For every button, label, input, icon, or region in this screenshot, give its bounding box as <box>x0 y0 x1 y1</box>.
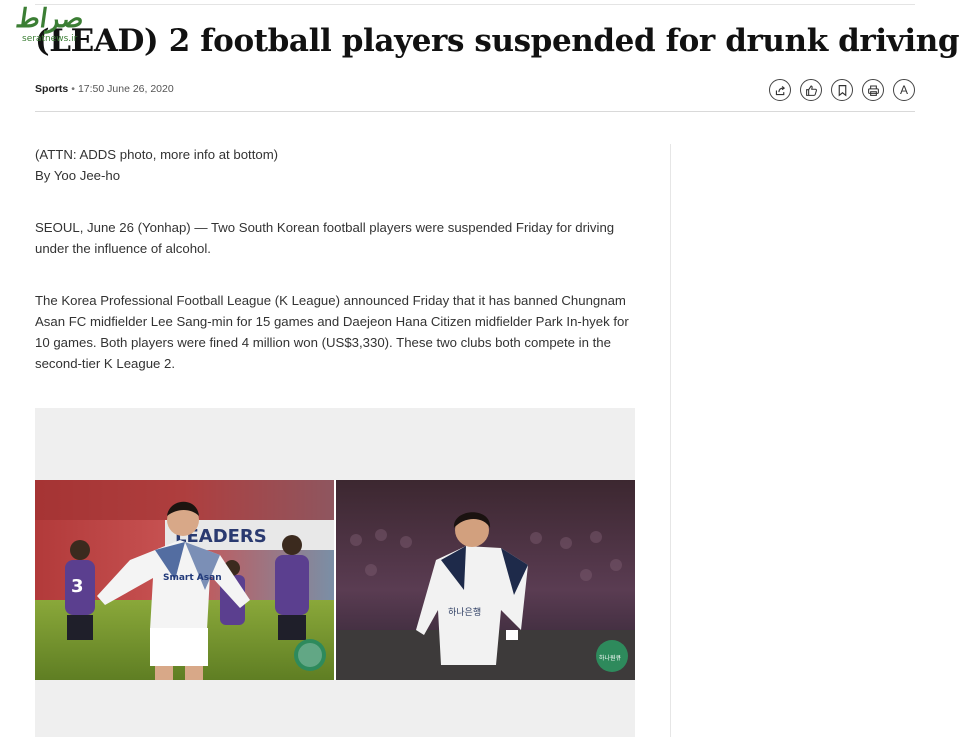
print-button[interactable] <box>862 79 884 101</box>
article-meta: Sports • 17:50 June 26, 2020 <box>35 83 174 95</box>
article-toolbar: A <box>769 79 915 101</box>
meta-divider <box>35 111 915 112</box>
print-icon <box>867 85 879 96</box>
photo-left-player: LEADERS 3 Smart Asan <box>35 480 334 680</box>
top-divider <box>35 4 915 5</box>
player-number: 3 <box>71 576 84 597</box>
watermark-logo: صراط seratnews.ir <box>13 4 96 50</box>
photo-right-player: 하나은행 하나원큐 <box>336 480 635 680</box>
like-icon <box>805 85 817 96</box>
timestamp: 17:50 June 26, 2020 <box>77 83 174 95</box>
sidebar-divider <box>670 144 671 737</box>
lead-paragraph: SEOUL, June 26 (Yonhap) — Two South Kore… <box>35 220 615 256</box>
article-body: (ATTN: ADDS photo, more info at bottom) … <box>35 144 635 374</box>
font-size-button[interactable]: A <box>893 79 915 101</box>
byline: By Yoo Jee-ho <box>35 168 121 183</box>
share-icon <box>775 85 785 95</box>
right-jersey-text: 하나은행 <box>448 606 481 618</box>
share-button[interactable] <box>769 79 791 101</box>
bookmark-icon <box>838 84 846 97</box>
badge-text: 하나원큐 <box>599 654 622 662</box>
article-photo[interactable]: LEADERS 3 Smart Asan 하나은행 하나원큐 <box>35 480 635 680</box>
body-paragraph: The Korea Professional Football League (… <box>35 293 629 371</box>
meta-separator: • <box>71 83 75 95</box>
article-headline: (LEAD) 2 football players suspended for … <box>35 23 960 59</box>
watermark-site-text: seratnews.ir <box>22 34 78 44</box>
photo-container: LEADERS 3 Smart Asan 하나은행 하나원큐 <box>35 408 635 737</box>
watermark-logo-text: صراط <box>13 4 86 34</box>
font-size-icon: A <box>899 83 908 97</box>
like-button[interactable] <box>800 79 822 101</box>
bookmark-button[interactable] <box>831 79 853 101</box>
left-jersey-text: Smart Asan <box>163 573 222 583</box>
section-link[interactable]: Sports <box>35 83 68 95</box>
attn-note: (ATTN: ADDS photo, more info at bottom) <box>35 147 279 162</box>
